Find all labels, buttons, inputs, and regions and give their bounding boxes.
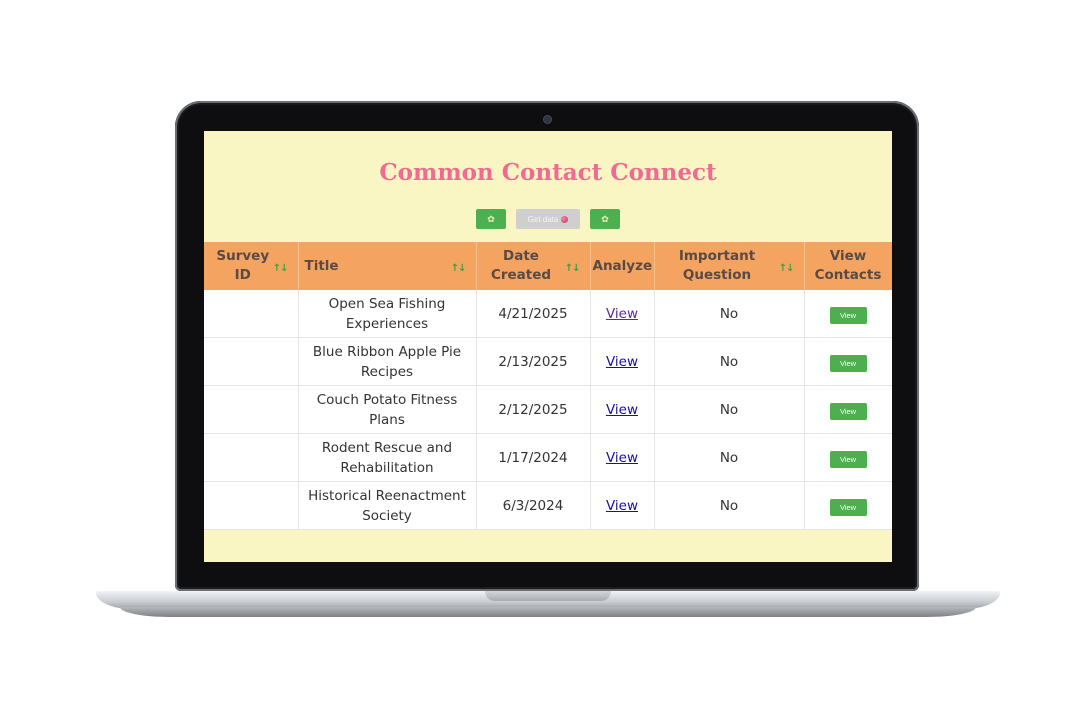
cell-date: 1/17/2024: [476, 433, 591, 482]
cell-survey-id: [204, 481, 299, 530]
cell-important: No: [654, 385, 805, 434]
table-row: Couch Potato Fitness Plans 2/12/2025 Vie…: [204, 385, 892, 434]
header-date-created[interactable]: Date Created ↑↓: [476, 242, 591, 290]
cell-analyze: View: [590, 433, 655, 482]
cell-analyze: View: [590, 337, 655, 386]
cell-survey-id: [204, 290, 299, 338]
cell-contacts: View: [804, 481, 892, 530]
cell-important: No: [654, 290, 805, 338]
cell-title: Rodent Rescue and Rehabilitation: [298, 433, 477, 482]
laptop-hinge-notch: [485, 591, 611, 601]
cell-title: Historical Reenactment Society: [298, 481, 477, 530]
cell-analyze: View: [590, 290, 655, 338]
toolbar-right-button[interactable]: ✿: [590, 209, 620, 229]
toolbar: ✿ Get data ✿: [204, 209, 892, 229]
cell-important: No: [654, 433, 805, 482]
cell-title: Open Sea Fishing Experiences: [298, 290, 477, 338]
cell-title: Blue Ribbon Apple Pie Recipes: [298, 337, 477, 386]
analyze-link[interactable]: View: [606, 498, 638, 514]
app-screen: Common Contact Connect ✿ Get data ✿ Surv…: [204, 131, 892, 562]
header-view-contacts: View Contacts: [804, 242, 892, 290]
view-contacts-button[interactable]: View: [829, 306, 867, 324]
analyze-link[interactable]: View: [606, 354, 638, 370]
get-data-label: Get data: [527, 214, 559, 224]
cell-contacts: View: [804, 385, 892, 434]
sort-arrows-icon[interactable]: ↑↓: [273, 259, 289, 278]
cell-analyze: View: [590, 385, 655, 434]
header-important-question[interactable]: Important Question ↑↓: [654, 242, 805, 290]
header-analyze: Analyze: [590, 242, 655, 290]
cell-survey-id: [204, 337, 299, 386]
cell-survey-id: [204, 433, 299, 482]
table-header-row: Survey ID ↑↓ Title ↑↓ Date Created ↑↓ An…: [204, 242, 892, 290]
analyze-link[interactable]: View: [606, 450, 638, 466]
view-contacts-button[interactable]: View: [829, 354, 867, 372]
cell-contacts: View: [804, 290, 892, 338]
analyze-link[interactable]: View: [606, 402, 638, 418]
cell-date: 2/12/2025: [476, 385, 591, 434]
cell-important: No: [654, 337, 805, 386]
leaf-icon: ✿: [487, 213, 495, 224]
cell-survey-id: [204, 385, 299, 434]
toolbar-left-button[interactable]: ✿: [476, 209, 506, 229]
surveys-table: Survey ID ↑↓ Title ↑↓ Date Created ↑↓ An…: [204, 242, 892, 530]
table-row: Open Sea Fishing Experiences 4/21/2025 V…: [204, 290, 892, 338]
view-contacts-button[interactable]: View: [829, 450, 867, 468]
leaf-icon: ✿: [601, 213, 609, 224]
table-row: Rodent Rescue and Rehabilitation 1/17/20…: [204, 433, 892, 482]
sort-arrows-icon[interactable]: ↑↓: [779, 259, 795, 278]
cell-contacts: View: [804, 337, 892, 386]
globe-icon: [561, 215, 569, 223]
analyze-link[interactable]: View: [606, 306, 638, 322]
cell-date: 6/3/2024: [476, 481, 591, 530]
app-title: Common Contact Connect: [379, 159, 717, 186]
cell-important: No: [654, 481, 805, 530]
header-survey-id[interactable]: Survey ID ↑↓: [204, 242, 299, 290]
sort-arrows-icon[interactable]: ↑↓: [451, 259, 467, 278]
cell-date: 2/13/2025: [476, 337, 591, 386]
cell-analyze: View: [590, 481, 655, 530]
table-row: Historical Reenactment Society 6/3/2024 …: [204, 481, 892, 530]
header-title[interactable]: Title ↑↓: [298, 242, 477, 290]
laptop-base-edge: [120, 607, 976, 617]
cell-title: Couch Potato Fitness Plans: [298, 385, 477, 434]
table-row: Blue Ribbon Apple Pie Recipes 2/13/2025 …: [204, 337, 892, 386]
sort-arrows-icon[interactable]: ↑↓: [565, 259, 581, 278]
cell-contacts: View: [804, 433, 892, 482]
get-data-button[interactable]: Get data: [516, 209, 580, 229]
view-contacts-button[interactable]: View: [829, 402, 867, 420]
view-contacts-button[interactable]: View: [829, 498, 867, 516]
webcam: [544, 116, 551, 123]
cell-date: 4/21/2025: [476, 290, 591, 338]
